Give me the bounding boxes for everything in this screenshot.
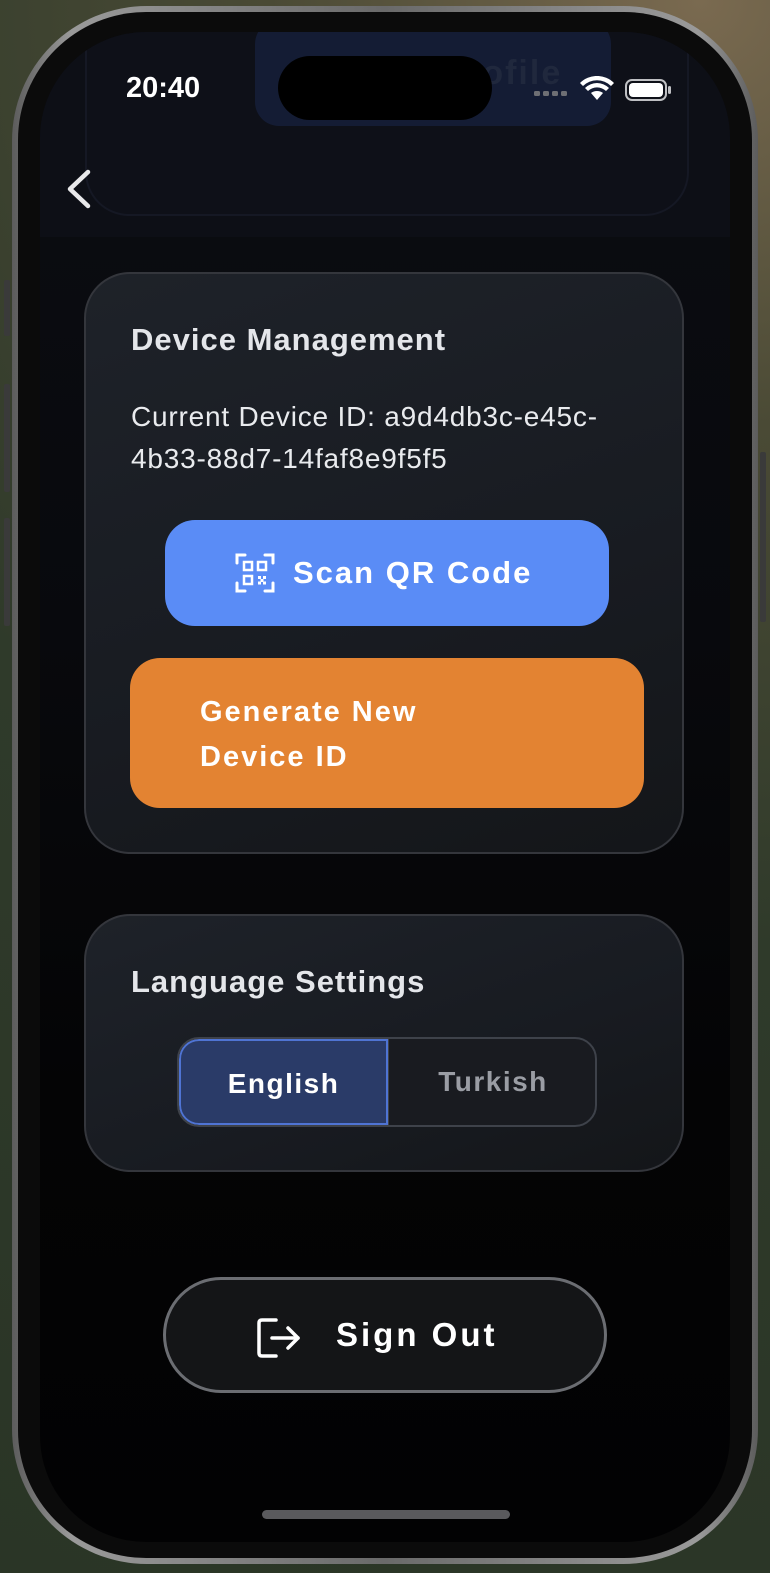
phone-power-button [760, 452, 766, 622]
app-screen: Update Profile 20:40 [40, 32, 730, 1542]
phone-volume-up-button [4, 384, 10, 492]
qr-scan-icon [235, 553, 275, 593]
home-indicator[interactable] [262, 1510, 510, 1519]
device-management-title: Device Management [131, 322, 447, 357]
scan-qr-code-label: Scan QR Code [293, 555, 533, 590]
phone-side-button [4, 280, 10, 336]
top-navigation-area: Update Profile 20:40 [40, 32, 730, 237]
sign-out-button[interactable]: Sign Out [163, 1277, 607, 1393]
sign-out-label: Sign Out [336, 1316, 498, 1353]
scan-qr-code-button[interactable]: Scan QR Code [165, 520, 609, 626]
language-segmented-control: English Turkish [177, 1037, 597, 1127]
sign-out-icon [257, 1318, 300, 1358]
device-management-card: Device Management Current Device ID: a9d… [84, 272, 684, 854]
language-settings-title: Language Settings [131, 964, 426, 999]
cellular-signal-icon [534, 91, 567, 96]
dynamic-island [278, 56, 492, 120]
battery-icon [625, 79, 671, 101]
current-device-id-text: Current Device ID: a9d4db3c-e45c-4b33-88… [131, 401, 598, 474]
status-icons-svg [534, 75, 671, 101]
generate-new-device-id-button[interactable]: Generate New Device ID [130, 658, 644, 808]
language-settings-card: Language Settings English Turkish [84, 914, 684, 1172]
status-bar-time: 20:40 [126, 72, 201, 104]
back-button[interactable] [60, 164, 100, 214]
phone-volume-down-button [4, 518, 10, 626]
wifi-icon [580, 75, 614, 100]
status-bar-icons [534, 75, 684, 106]
language-option-english[interactable]: English [179, 1039, 388, 1125]
language-option-turkish[interactable]: Turkish [388, 1039, 595, 1125]
generate-new-device-id-label: Generate New Device ID [200, 696, 418, 773]
chevron-left-icon [67, 169, 91, 209]
